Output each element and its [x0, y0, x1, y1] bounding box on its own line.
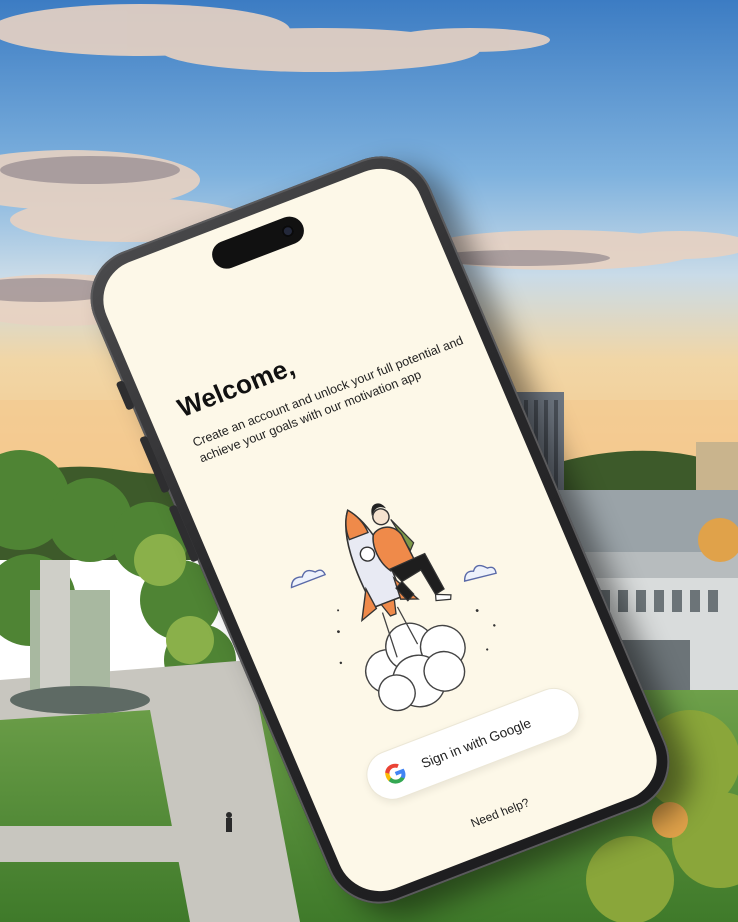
background-scene: Welcome, Create an account and unlock yo… — [0, 0, 738, 922]
google-button-label: Sign in with Google — [418, 715, 534, 771]
exhaust-cloud-icon — [364, 622, 466, 712]
front-camera-icon — [279, 223, 296, 239]
small-cloud-right-icon — [463, 564, 497, 582]
google-g-icon — [385, 763, 406, 784]
small-cloud-left-icon — [290, 569, 327, 589]
